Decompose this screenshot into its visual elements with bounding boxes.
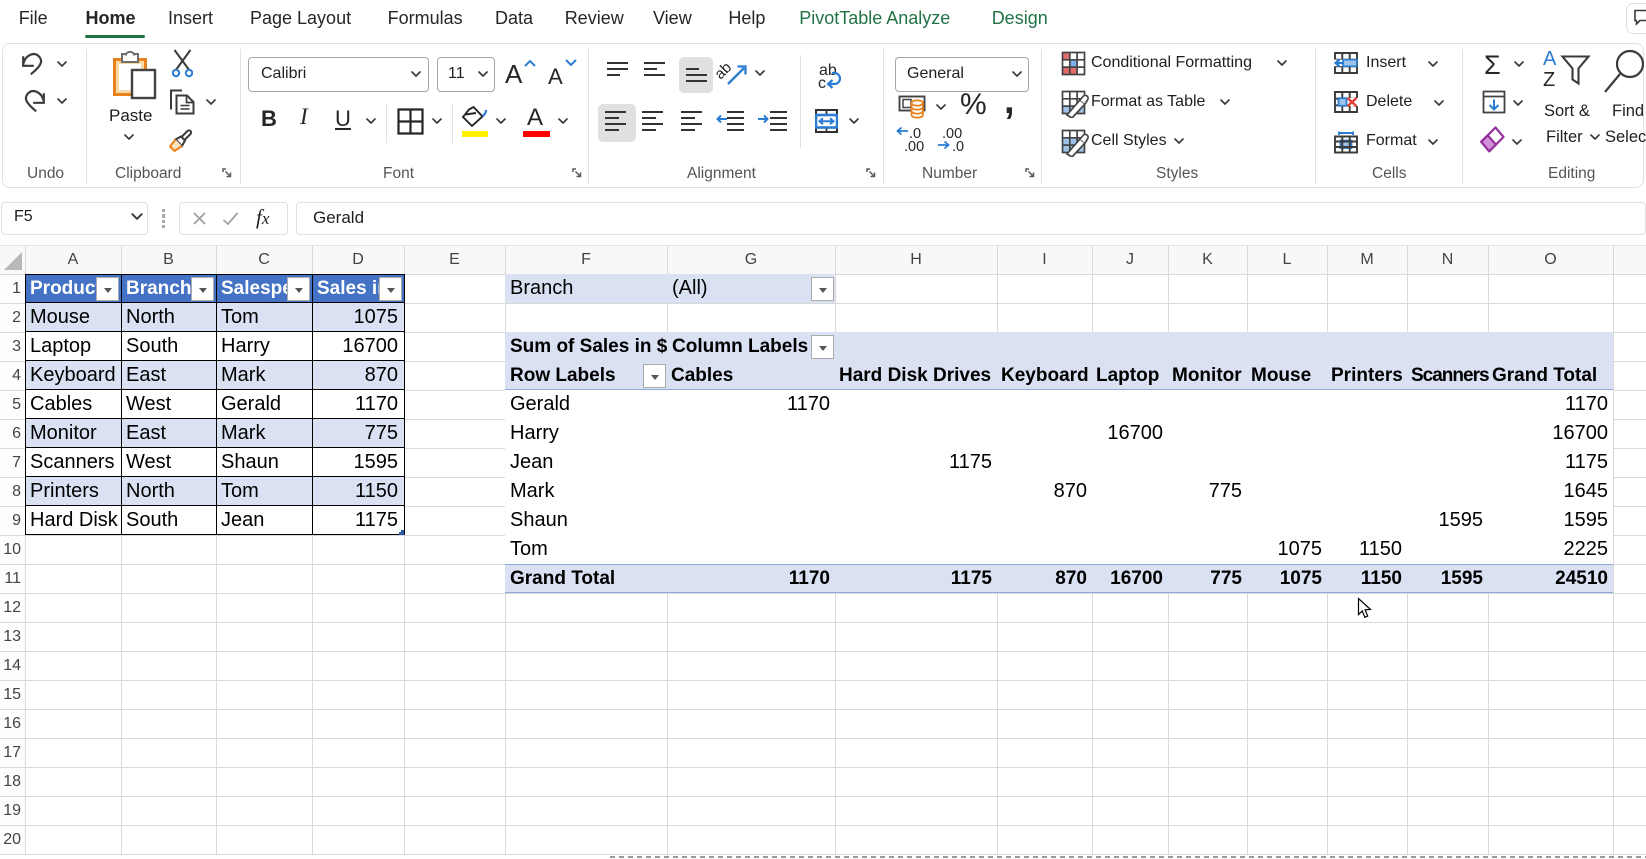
svg-text:c: c [818,75,826,89]
svg-text:.0: .0 [952,139,964,153]
svg-text:.00: .00 [904,139,924,153]
